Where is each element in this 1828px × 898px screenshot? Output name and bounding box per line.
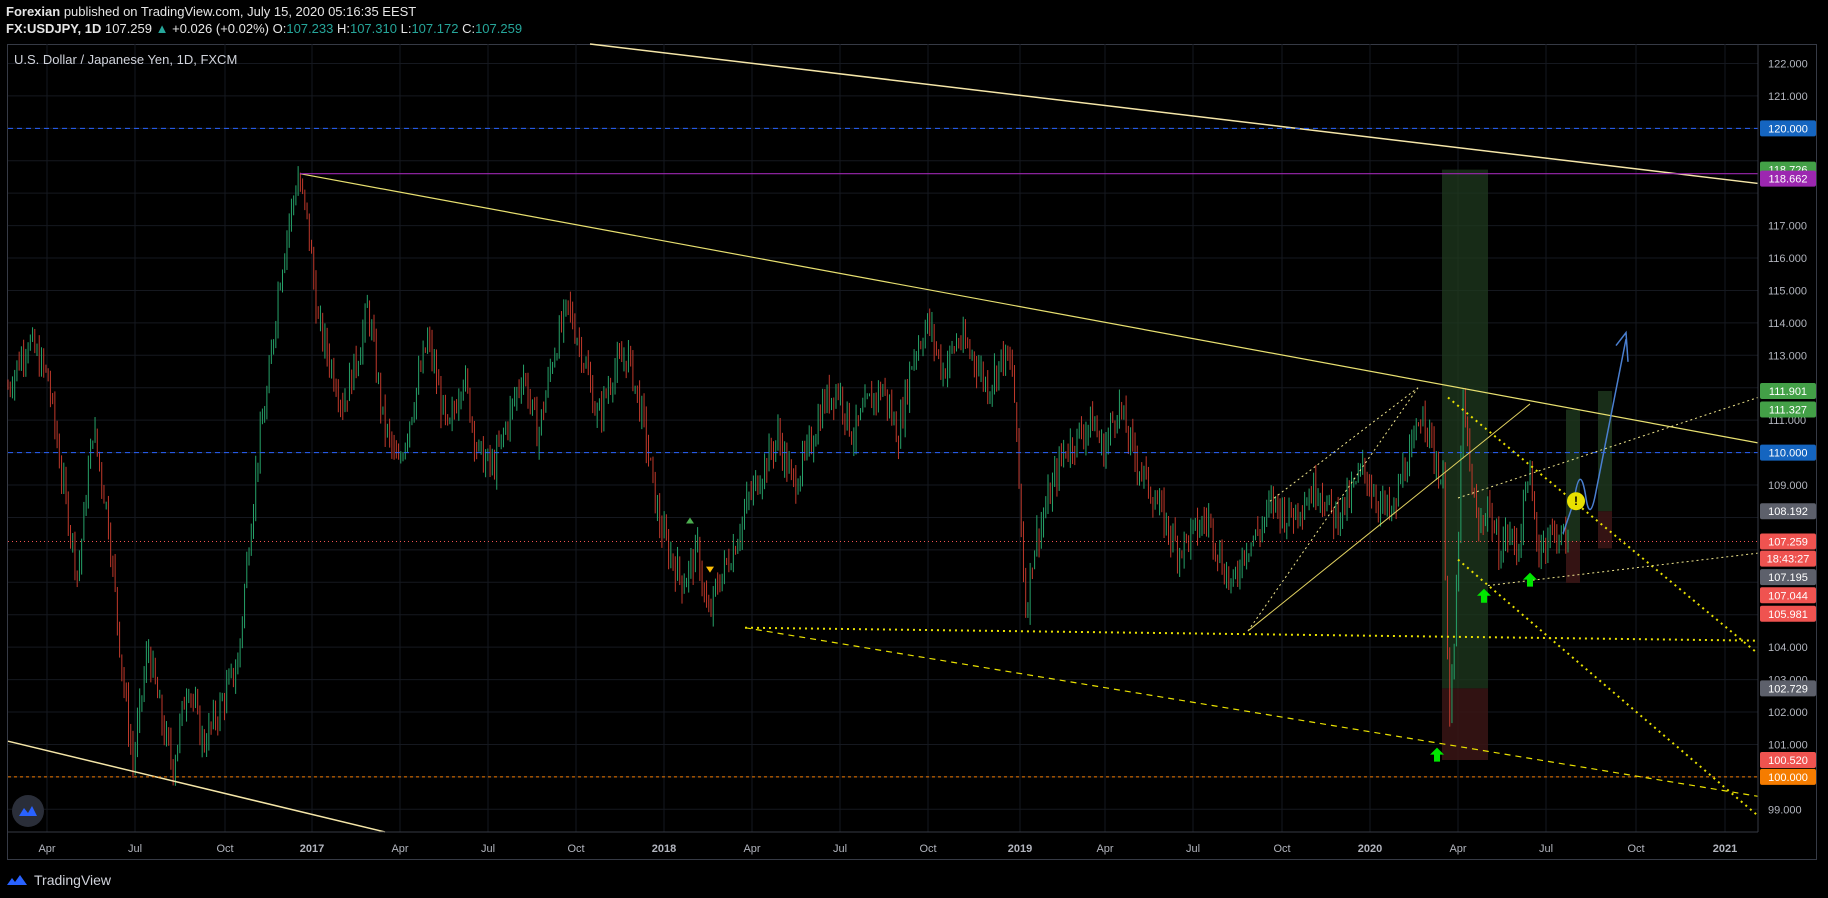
chart-title: U.S. Dollar / Japanese Yen, 1D, FXCM bbox=[14, 52, 238, 67]
trade2-target-zone bbox=[1598, 390, 1612, 512]
price-label-text: 107.044 bbox=[1768, 590, 1808, 602]
price-label-text: 111.327 bbox=[1769, 405, 1807, 417]
lower-trendline bbox=[7, 740, 386, 833]
grid bbox=[8, 44, 1758, 832]
time-tick-label: Apr bbox=[743, 843, 760, 855]
time-tick-label: 2018 bbox=[652, 843, 676, 855]
buy-arrow-icon bbox=[1523, 572, 1537, 587]
time-tick-label: Apr bbox=[38, 843, 55, 855]
price-label-text: 18:43:27 bbox=[1767, 554, 1810, 566]
price-tick-label: 115.000 bbox=[1768, 285, 1807, 297]
price-label-text: 107.195 bbox=[1768, 572, 1808, 584]
price-tick-label: 113.000 bbox=[1768, 350, 1807, 362]
tradingview-badge-icon[interactable] bbox=[12, 795, 44, 827]
price-axis: 99.000101.000102.000103.000104.000109.00… bbox=[1757, 44, 1816, 832]
price-chart[interactable]: ! 99.000101.000102.000103.000104.000109.… bbox=[0, 0, 1828, 898]
price-label-text: 120.000 bbox=[1768, 123, 1808, 135]
channel-upper bbox=[1269, 387, 1419, 502]
long-stop-zone bbox=[1442, 688, 1488, 761]
price-label-text: 111.901 bbox=[1769, 386, 1807, 398]
trade-target-zone bbox=[1566, 409, 1580, 542]
upper-trendline bbox=[589, 43, 1759, 185]
price-label-text: 110.000 bbox=[1769, 448, 1808, 460]
time-tick-label: 2020 bbox=[1358, 843, 1382, 855]
price-tick-label: 121.000 bbox=[1768, 91, 1808, 103]
time-tick-label: Jul bbox=[481, 843, 495, 855]
time-tick-label: 2019 bbox=[1008, 843, 1032, 855]
time-tick-label: Jul bbox=[128, 843, 142, 855]
price-label-text: 100.520 bbox=[1768, 755, 1808, 767]
time-axis: Apr Jul Oct 2017 Apr Jul Oct 2018 Apr Jul Oct 2019 A… bbox=[8, 831, 1758, 855]
price-label-text: 105.981 bbox=[1768, 609, 1808, 621]
down-marker-icon bbox=[706, 566, 714, 573]
price-label-text: 108.192 bbox=[1768, 506, 1808, 518]
time-tick-label: Oct bbox=[216, 843, 233, 855]
warning-icon-glyph: ! bbox=[1574, 494, 1578, 508]
long-target-zone bbox=[1442, 169, 1488, 689]
price-tick-label: 99.000 bbox=[1768, 804, 1802, 816]
tradingview-logo-icon bbox=[7, 875, 27, 885]
price-tick-label: 101.000 bbox=[1768, 739, 1808, 751]
price-label-text: 100.000 bbox=[1768, 772, 1808, 784]
price-label-text: 102.729 bbox=[1768, 683, 1808, 695]
price-tick-label: 122.000 bbox=[1768, 58, 1808, 70]
up-marker-icon bbox=[686, 517, 694, 524]
support-dotted-line bbox=[744, 626, 1759, 642]
time-tick-label: Jul bbox=[1186, 843, 1200, 855]
time-tick-label: Jul bbox=[833, 843, 847, 855]
time-tick-label: Apr bbox=[391, 843, 408, 855]
price-tick-label: 104.000 bbox=[1768, 642, 1808, 654]
time-tick-label: Oct bbox=[1273, 843, 1290, 855]
price-tick-label: 114.000 bbox=[1768, 318, 1807, 330]
time-tick-label: 2017 bbox=[300, 843, 324, 855]
price-label-text: 118.662 bbox=[1769, 174, 1808, 186]
price-tick-label: 116.000 bbox=[1768, 253, 1807, 265]
price-label-text: 107.259 bbox=[1768, 536, 1808, 548]
candles bbox=[7, 166, 1569, 786]
footer: TradingView bbox=[6, 869, 111, 891]
time-tick-label: Apr bbox=[1449, 843, 1466, 855]
time-tick-label: Oct bbox=[919, 843, 936, 855]
buy-arrow-icon bbox=[1430, 747, 1444, 762]
time-tick-label: Oct bbox=[567, 843, 584, 855]
time-tick-label: 2021 bbox=[1713, 843, 1737, 855]
drawings: ! bbox=[7, 43, 1759, 833]
price-tick-label: 102.000 bbox=[1768, 707, 1808, 719]
price-tick-label: 109.000 bbox=[1768, 480, 1808, 492]
trade2-stop-zone bbox=[1598, 511, 1612, 549]
footer-brand[interactable]: TradingView bbox=[34, 872, 111, 888]
time-tick-label: Jul bbox=[1539, 843, 1553, 855]
price-tick-label: 117.000 bbox=[1768, 221, 1807, 233]
descending-trendline bbox=[299, 173, 1759, 444]
time-tick-label: Oct bbox=[1627, 843, 1644, 855]
time-tick-label: Apr bbox=[1096, 843, 1113, 855]
